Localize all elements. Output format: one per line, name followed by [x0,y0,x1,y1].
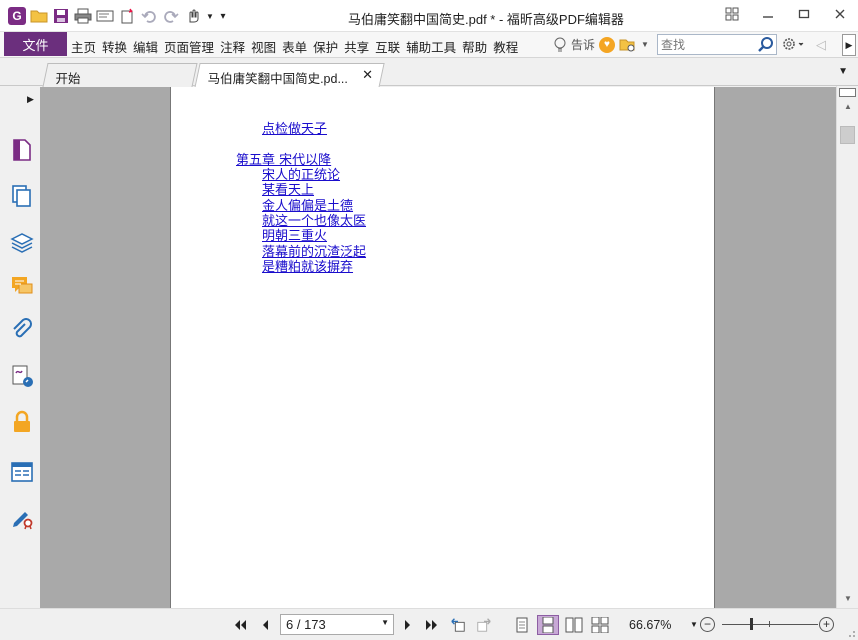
menu-convert[interactable]: 转换 [102,37,127,56]
hand-tool-dropdown-icon[interactable]: ▼ [206,7,214,25]
menu-connect[interactable]: 互联 [375,37,400,56]
scrollbar-thumb[interactable] [840,126,855,144]
signatures-icon[interactable] [10,364,34,388]
search-box [657,34,777,55]
scroll-down-icon[interactable]: ▼ [841,594,855,604]
find-dropdown-icon[interactable]: ▼ [641,40,649,49]
menu-edit[interactable]: 编辑 [133,37,158,56]
layout-icon[interactable] [714,0,750,28]
maximize-icon[interactable] [786,0,822,28]
minimize-icon[interactable] [750,0,786,28]
undo-icon[interactable] [140,7,158,25]
toc-link[interactable]: 点检做天子 [262,118,327,137]
certify-pen-icon[interactable] [10,506,34,530]
title-bar: G ▼ ▾ 马伯庸笑翻中国简史.pdf * - 福昕高级PDF编辑器 [0,0,858,32]
tab-start[interactable]: 开始 [42,63,198,87]
file-menu-button[interactable]: 文件 [4,32,67,56]
vertical-scrollbar[interactable]: ▲ ▼ [836,86,858,608]
next-page-icon[interactable] [400,617,416,633]
menu-home[interactable]: 主页 [71,37,96,56]
menu-view[interactable]: 视图 [251,37,276,56]
zoom-out-icon[interactable]: − [700,617,715,632]
next-view-icon[interactable] [476,617,492,633]
open-folder-icon[interactable] [30,7,48,25]
settings-gear-icon[interactable] [782,37,806,54]
facing-view-icon[interactable] [565,617,583,633]
comments-icon[interactable] [10,274,34,298]
page-number-field[interactable]: 6 / 173 ▼ [280,614,394,635]
first-page-icon[interactable] [232,617,248,633]
split-view-handle[interactable] [839,88,856,97]
zoom-slider[interactable] [722,624,818,625]
zoom-in-icon[interactable]: + [819,617,834,632]
new-document-icon[interactable] [118,7,136,25]
search-input[interactable] [658,35,756,54]
tab-document-label: 马伯庸笑翻中国简史.pd... [207,72,348,86]
menu-tutorial[interactable]: 教程 [493,37,518,56]
tab-start-label: 开始 [55,72,81,86]
form-fields-icon[interactable] [10,460,34,484]
layers-icon[interactable] [10,230,34,254]
continuous-view-icon[interactable] [537,615,559,635]
last-page-icon[interactable] [424,617,440,633]
continuous-facing-view-icon[interactable] [591,617,609,633]
print-icon[interactable] [74,7,92,25]
favorite-heart-icon[interactable]: ♥ [599,36,616,53]
search-icon[interactable] [757,36,774,53]
panel-expand-icon[interactable]: ▶ [27,94,34,105]
nav-left-icon[interactable]: ◁ [816,37,826,53]
zoom-dropdown-icon[interactable]: ▼ [690,620,698,629]
page-dropdown-icon[interactable]: ▼ [381,618,389,627]
menu-comment[interactable]: 注释 [220,37,245,56]
email-icon[interactable] [96,7,114,25]
redo-icon[interactable] [162,7,180,25]
tell-me[interactable]: 告诉 ♥ ▼ [553,36,649,53]
hand-tool-icon[interactable] [184,7,202,25]
close-icon[interactable] [822,0,858,28]
lightbulb-icon [554,37,566,51]
scroll-up-icon[interactable]: ▲ [841,102,855,112]
tab-document[interactable]: 马伯庸笑翻中国简史.pd... ✕ [194,63,385,88]
zoom-slider-tick [769,621,770,627]
toc-link[interactable]: 是糟粕就该摒弃 [262,256,353,275]
single-page-view-icon[interactable] [514,617,530,633]
security-lock-icon[interactable] [10,410,34,434]
find-folder-icon[interactable] [619,37,637,53]
menu-protect[interactable]: 保护 [313,37,338,56]
window-resize-grip-icon[interactable] [846,628,856,638]
previous-view-icon[interactable] [450,617,466,633]
menu-accessibility[interactable]: 辅助工具 [406,37,456,56]
menu-items: 主页 转换 编辑 页面管理 注释 视图 表单 保护 共享 互联 辅助工具 帮助 … [71,37,524,56]
tab-close-icon[interactable]: ✕ [362,67,373,83]
menu-share[interactable]: 共享 [344,37,369,56]
tell-me-label: 告诉 [571,38,596,52]
zoom-slider-thumb[interactable] [750,618,753,630]
save-icon[interactable] [52,7,70,25]
menu-bar: 文件 主页 转换 编辑 页面管理 注释 视图 表单 保护 共享 互联 辅助工具 … [0,32,858,58]
tab-bar: 开始 马伯庸笑翻中国简史.pd... ✕ ▼ [0,58,858,88]
zoom-level[interactable]: 66.67% [629,618,671,632]
menu-organize[interactable]: 页面管理 [164,37,214,56]
status-bar: 6 / 173 ▼ 66.67% ▼ − + [0,608,858,640]
window-controls [714,0,858,28]
attachments-icon[interactable] [10,318,34,342]
previous-page-icon[interactable] [257,617,273,633]
menu-help[interactable]: 帮助 [462,37,487,56]
ribbon-collapse-icon[interactable]: ▶ [842,34,856,56]
quick-access-toolbar: G ▼ ▾ [8,7,228,25]
pages-icon[interactable] [10,138,34,162]
window-title: 马伯庸笑翻中国简史.pdf * - 福昕高级PDF编辑器 [348,12,624,27]
page-number-value: 6 / 173 [286,617,326,632]
tab-list-dropdown-icon[interactable]: ▼ [838,66,848,77]
document-viewport: 点检做天子 第五章 宋代以降 宋人的正统论 某看天上 金人偏偏是土德 就这一个也… [40,87,836,608]
left-navigation-panel: ▶ [0,86,40,640]
customize-toolbar-icon[interactable]: ▾ [218,7,228,25]
menu-form[interactable]: 表单 [282,37,307,56]
pdf-page: 点检做天子 第五章 宋代以降 宋人的正统论 某看天上 金人偏偏是土德 就这一个也… [170,87,715,608]
layers-copy-icon[interactable] [10,184,34,208]
app-logo-icon[interactable]: G [8,7,26,25]
